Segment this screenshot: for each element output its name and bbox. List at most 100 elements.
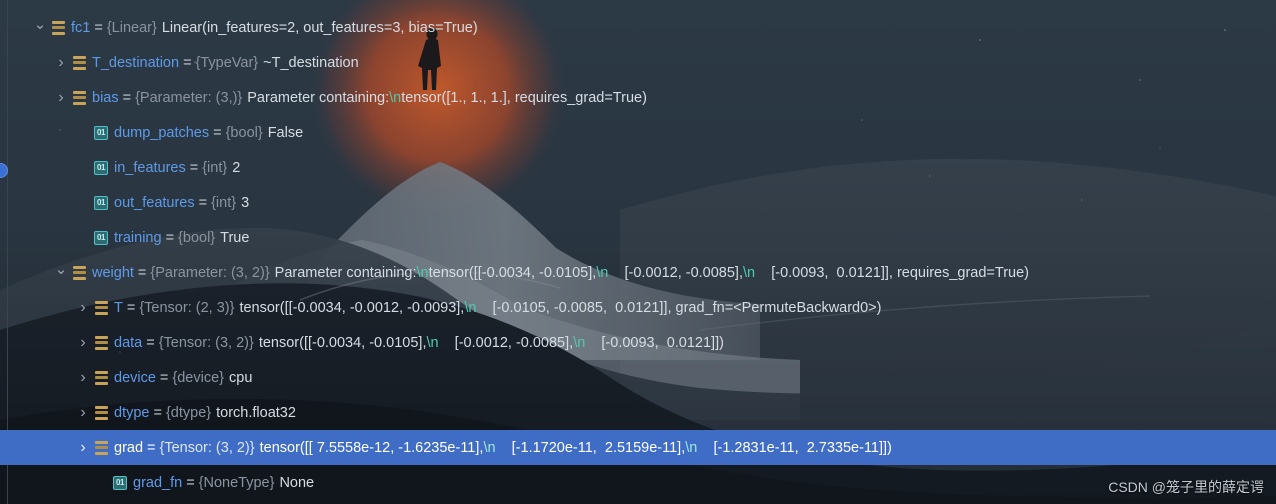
variable-name: dtype xyxy=(114,404,150,421)
tree-row-out_features[interactable]: 01 out_features = {int} 3 xyxy=(0,185,1276,220)
tree-row-grad[interactable]: grad = {Tensor: (3, 2)} tensor([[ 7.5558… xyxy=(0,430,1276,465)
expand-arrow-icon[interactable] xyxy=(76,300,90,316)
tree-row-T[interactable]: T = {Tensor: (2, 3)} tensor([[-0.0034, -… xyxy=(0,290,1276,325)
primitive-icon: 01 xyxy=(94,195,108,210)
tree-row-bias[interactable]: bias = {Parameter: (3,)} Parameter conta… xyxy=(0,80,1276,115)
variable-value-part1: [-1.1720e-11, 2.5159e-11], xyxy=(495,439,686,456)
variable-type: {Tensor: (3, 2)} xyxy=(158,334,254,351)
variable-type: {bool} xyxy=(178,229,216,246)
expand-arrow-icon[interactable] xyxy=(76,370,90,386)
variable-value-pre: Parameter containing: xyxy=(247,89,390,106)
object-icon xyxy=(95,405,108,420)
variable-value: False xyxy=(267,124,304,141)
tree-row-dump_patches[interactable]: 01 dump_patches = {bool} False xyxy=(0,115,1276,150)
variable-name: in_features xyxy=(114,159,186,176)
tree-row-data[interactable]: data = {Tensor: (3, 2)} tensor([[-0.0034… xyxy=(0,325,1276,360)
escape-newline: \n xyxy=(483,439,496,456)
object-icon xyxy=(95,370,108,385)
escape-newline: \n xyxy=(426,334,439,351)
variable-name: device xyxy=(114,369,156,386)
variables-tree[interactable]: fc1 = {Linear} Linear(in_features=2, out… xyxy=(0,0,1276,500)
variable-value-part1: tensor([[-0.0034, -0.0105], xyxy=(428,264,597,281)
object-icon xyxy=(52,20,65,35)
equals-sign: = xyxy=(186,474,195,491)
equals-sign: = xyxy=(183,54,192,71)
variable-value-post: [-0.0105, -0.0085, 0.0121]], grad_fn=<Pe… xyxy=(476,299,882,316)
expand-arrow-icon[interactable] xyxy=(33,20,47,35)
variable-name: T_destination xyxy=(92,54,180,71)
variable-value-post: [-0.0093, 0.0121]], requires_grad=True) xyxy=(755,264,1030,281)
variable-value: cpu xyxy=(229,369,253,386)
escape-newline: \n xyxy=(596,264,609,281)
variable-value: ~T_destination xyxy=(263,54,359,71)
escape-newline: \n xyxy=(685,439,698,456)
tree-row-T_destination[interactable]: T_destination = {TypeVar} ~T_destination xyxy=(0,45,1276,80)
equals-sign: = xyxy=(94,19,103,36)
escape-newline: \n xyxy=(416,264,429,281)
variable-value-pre: tensor([[ 7.5558e-12, -1.6235e-11], xyxy=(259,439,484,456)
expand-arrow-icon[interactable] xyxy=(76,335,90,351)
object-icon xyxy=(95,440,108,455)
variable-value: 2 xyxy=(232,159,241,176)
variable-value: torch.float32 xyxy=(216,404,296,421)
equals-sign: = xyxy=(159,369,169,386)
variable-value-pre: Parameter containing: xyxy=(274,264,417,281)
escape-newline: \n xyxy=(464,299,477,316)
variable-value: 3 xyxy=(241,194,250,211)
variable-value-pre: tensor([[-0.0034, -0.0105], xyxy=(258,334,427,351)
escape-newline: \n xyxy=(389,89,402,106)
tree-row-device[interactable]: device = {device} cpu xyxy=(0,360,1276,395)
debugger-variables-panel[interactable]: fc1 = {Linear} Linear(in_features=2, out… xyxy=(0,0,1276,504)
variable-type: {dtype} xyxy=(165,404,212,421)
variable-value: Linear(in_features=2, out_features=3, bi… xyxy=(161,19,478,36)
variable-value-post: tensor([1., 1., 1.], requires_grad=True) xyxy=(401,89,647,106)
variable-name: training xyxy=(114,229,162,246)
variable-name: out_features xyxy=(114,194,195,211)
expand-arrow-icon[interactable] xyxy=(54,90,68,106)
variable-type: {Parameter: (3, 2)} xyxy=(150,264,270,281)
variable-value-part1: [-0.0012, -0.0085], xyxy=(438,334,574,351)
csdn-watermark: CSDN @笼子里的薛定谔 xyxy=(1108,479,1264,495)
tree-row-partial-clipped xyxy=(0,0,1276,10)
tree-row-fc1[interactable]: fc1 = {Linear} Linear(in_features=2, out… xyxy=(0,10,1276,45)
variable-value-part2: [-0.0012, -0.0085], xyxy=(608,264,743,281)
expand-arrow-icon[interactable] xyxy=(76,405,90,421)
equals-sign: = xyxy=(153,404,162,421)
tree-row-dtype[interactable]: dtype = {dtype} torch.float32 xyxy=(0,395,1276,430)
object-icon xyxy=(73,265,86,280)
equals-sign: = xyxy=(213,124,222,141)
variable-value: True xyxy=(220,229,250,246)
tree-row-training[interactable]: 01 training = {bool} True xyxy=(0,220,1276,255)
variable-type: {device} xyxy=(172,369,224,386)
equals-sign: = xyxy=(146,334,155,351)
equals-sign: = xyxy=(126,299,136,316)
variable-name: weight xyxy=(92,264,134,281)
variable-name: data xyxy=(114,334,143,351)
object-icon xyxy=(73,55,86,70)
variable-value-pre: tensor([[-0.0034, -0.0012, -0.0093], xyxy=(239,299,465,316)
tree-row-weight[interactable]: weight = {Parameter: (3, 2)} Parameter c… xyxy=(0,255,1276,290)
tree-row-in_features[interactable]: 01 in_features = {int} 2 xyxy=(0,150,1276,185)
equals-sign: = xyxy=(122,89,132,106)
equals-sign: = xyxy=(165,229,175,246)
expand-arrow-icon[interactable] xyxy=(54,265,68,280)
expand-arrow-icon[interactable] xyxy=(54,55,68,71)
variable-type: {int} xyxy=(211,194,237,211)
variable-type: {NoneType} xyxy=(198,474,275,491)
variable-name: grad_fn xyxy=(133,474,183,491)
object-icon xyxy=(95,300,108,315)
equals-sign: = xyxy=(147,439,156,456)
primitive-icon: 01 xyxy=(113,475,127,490)
variable-type: {int} xyxy=(202,159,228,176)
variable-name: grad xyxy=(114,439,144,456)
variable-name: bias xyxy=(92,89,119,106)
variable-value: None xyxy=(279,474,315,491)
variable-type: {bool} xyxy=(225,124,263,141)
equals-sign: = xyxy=(198,194,208,211)
expand-arrow-icon[interactable] xyxy=(76,440,90,456)
variable-value-post: [-1.2831e-11, 2.7335e-11]]) xyxy=(697,439,892,456)
equals-sign: = xyxy=(189,159,199,176)
variable-value-post: [-0.0093, 0.0121]]) xyxy=(585,334,724,351)
variable-name: dump_patches xyxy=(114,124,210,141)
tree-row-grad_fn[interactable]: 01 grad_fn = {NoneType} None xyxy=(0,465,1276,500)
